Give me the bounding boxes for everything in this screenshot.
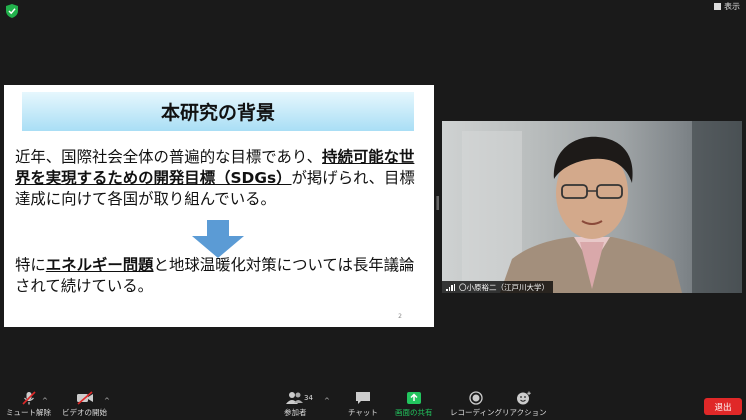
- view-label: 表示: [724, 1, 740, 11]
- view-button[interactable]: 表示: [714, 0, 740, 12]
- chat-icon: [355, 392, 370, 404]
- shared-slide: 本研究の背景 近年、国際社会全体の普遍的な目標であり、持続可能な世界を実現するた…: [4, 85, 434, 327]
- participants-options-caret-icon[interactable]: ^: [324, 397, 330, 405]
- participants-label: 参加者: [284, 408, 307, 417]
- record-button[interactable]: レコーディング: [450, 391, 502, 418]
- slide-paragraph-1: 近年、国際社会全体の普遍的な目標であり、持続可能な世界を実現するための開発目標（…: [15, 147, 423, 210]
- para2-emphasis: エネルギー問題: [45, 256, 154, 274]
- reactions-label: リアクション: [502, 408, 547, 417]
- participant-name: 〇小原裕二（江戸川大学）: [459, 282, 549, 292]
- share-screen-label: 画面の共有: [395, 408, 433, 417]
- participants-count: 34: [304, 394, 313, 402]
- share-screen-icon: [406, 392, 421, 404]
- mute-label: ミュート解除: [6, 408, 51, 417]
- participants-icon: [286, 392, 304, 404]
- meeting-toolbar: ミュート解除 ^ ビデオの開始 ^ 参加者 34 ^ チャット 画面の共有 レコ…: [0, 391, 746, 420]
- chat-label: チャット: [348, 408, 378, 417]
- signal-bars-icon: [446, 283, 455, 291]
- record-icon: [469, 391, 483, 405]
- chat-button[interactable]: チャット: [348, 391, 378, 418]
- microphone-muted-icon: [21, 391, 36, 405]
- slide-page-number: 2: [398, 313, 402, 320]
- slide-title: 本研究の背景: [22, 92, 414, 131]
- video-camera-off-icon: [76, 391, 93, 405]
- participant-video[interactable]: 〇小原裕二（江戸川大学）: [442, 121, 742, 293]
- down-arrow-icon: [192, 220, 244, 258]
- split-divider-handle[interactable]: [436, 196, 439, 210]
- para1-text-1: 近年、国際社会全体の普遍的な目標であり、: [15, 148, 323, 166]
- record-label: レコーディング: [450, 408, 502, 417]
- slide-paragraph-2: 特にエネルギー問題と地球温暖化対策については長年議論されて続けている。: [15, 255, 423, 297]
- participant-silhouette: [462, 121, 742, 293]
- video-options-caret-icon[interactable]: ^: [104, 397, 110, 405]
- smiley-icon: [517, 391, 532, 405]
- para2-text-1: 特に: [15, 256, 46, 274]
- start-video-label: ビデオの開始: [62, 408, 107, 417]
- share-screen-button[interactable]: 画面の共有: [395, 391, 433, 418]
- start-video-button[interactable]: ビデオの開始: [62, 391, 107, 418]
- mute-options-caret-icon[interactable]: ^: [42, 397, 48, 405]
- reactions-button[interactable]: リアクション: [502, 391, 547, 418]
- leave-button[interactable]: 退出: [704, 398, 742, 415]
- shield-icon[interactable]: [6, 3, 18, 18]
- participant-name-tag: 〇小原裕二（江戸川大学）: [442, 281, 553, 293]
- grid-icon: [714, 2, 721, 10]
